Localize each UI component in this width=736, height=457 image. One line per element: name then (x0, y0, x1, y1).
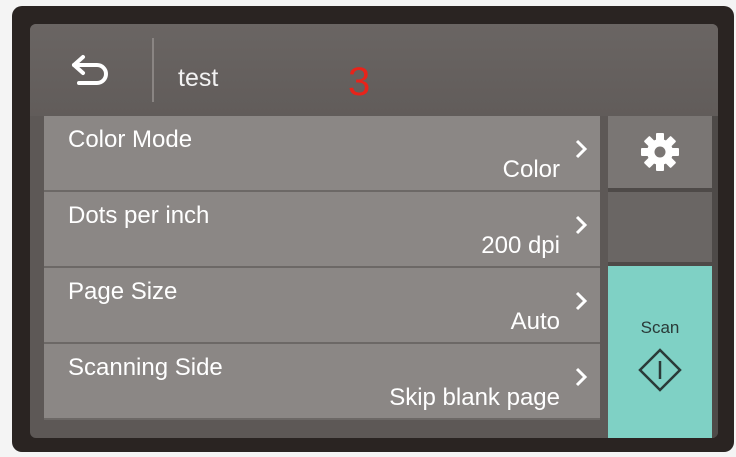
settings-list: Color Mode Color Dots per inch 200 dpi P… (44, 116, 600, 438)
setting-label: Dots per inch (68, 202, 210, 229)
back-arrow-icon (72, 55, 108, 85)
chevron-right-icon (575, 291, 588, 311)
side-panel: Scan (608, 116, 718, 438)
setting-row-dots-per-inch[interactable]: Dots per inch 200 dpi (44, 192, 600, 268)
scan-label: Scan (640, 318, 680, 337)
start-diamond-icon (638, 348, 682, 392)
page-title: test (178, 64, 219, 92)
setting-row-scanning-side[interactable]: Scanning Side Skip blank page (44, 344, 600, 420)
empty-side-button (608, 192, 712, 262)
annotation-number: 3 (348, 60, 371, 104)
setting-value: 200 dpi (481, 232, 560, 259)
setting-label: Scanning Side (68, 354, 223, 381)
header-divider (152, 38, 154, 102)
setting-row-page-size[interactable]: Page Size Auto (44, 268, 600, 344)
header-bar: test 3 (30, 24, 718, 116)
setting-label: Page Size (68, 278, 178, 305)
chevron-right-icon (575, 367, 588, 387)
chevron-right-icon (575, 139, 588, 159)
back-button[interactable] (30, 24, 152, 116)
scan-button[interactable]: Scan (608, 266, 712, 438)
setting-label: Color Mode (68, 126, 193, 153)
setting-row-color-mode[interactable]: Color Mode Color (44, 116, 600, 192)
chevron-right-icon (575, 215, 588, 235)
touch-screen: test 3 Color Mode Color Dots per inch 20… (30, 24, 718, 438)
setting-value: Skip blank page (389, 384, 560, 411)
setting-value: Color (502, 156, 560, 183)
settings-button[interactable] (608, 116, 712, 188)
gear-icon (641, 133, 679, 171)
setting-value: Auto (510, 308, 560, 335)
